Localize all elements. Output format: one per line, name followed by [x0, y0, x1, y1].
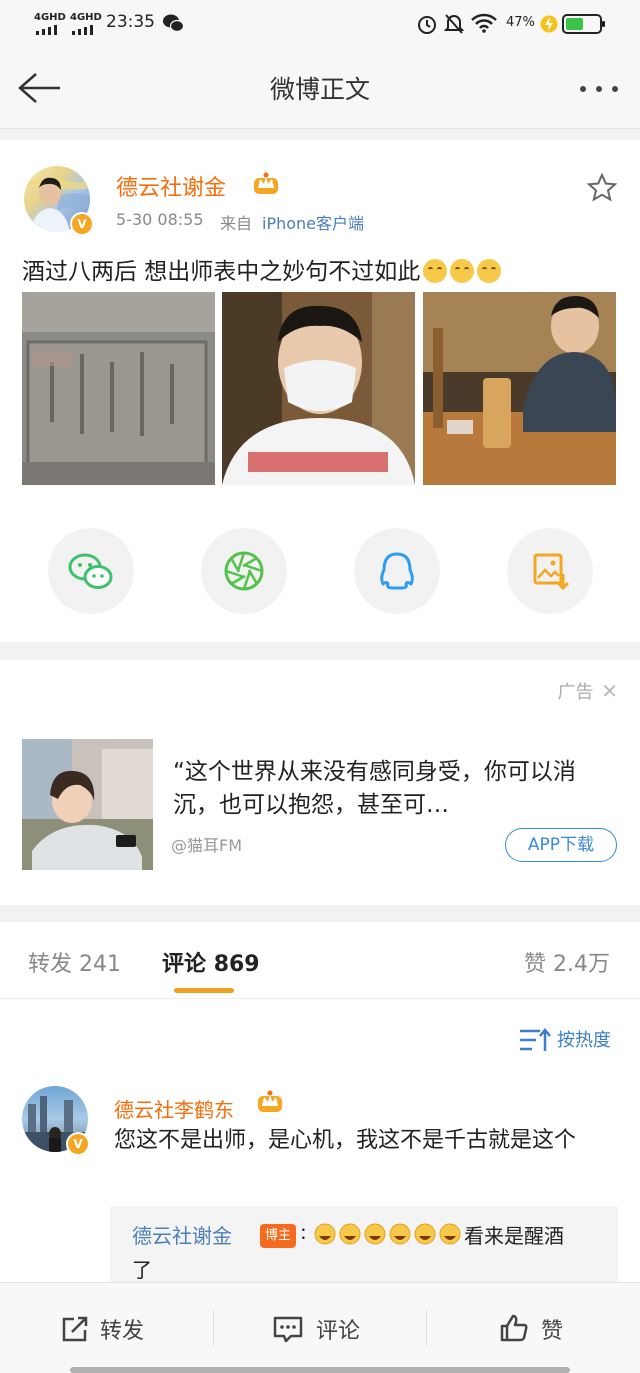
smile-emoji-icon: [450, 259, 475, 283]
post-timestamp: 5-30 08:55: [116, 210, 204, 229]
signal-icon-2: [72, 25, 98, 35]
reply-colon: :: [300, 1220, 307, 1244]
ad-text[interactable]: “这个世界从来没有感同身受，你可以消沉，也可以抱怨，甚至可…: [173, 756, 613, 822]
author-badge: 博主: [260, 1224, 297, 1248]
qq-icon: [380, 552, 414, 590]
tab-likes-count: 2.4万: [553, 952, 611, 977]
reply-text-continued: 了: [132, 1258, 152, 1282]
app-download-button[interactable]: APP下载: [505, 828, 617, 862]
close-icon[interactable]: ✕: [601, 679, 618, 703]
more-options-button[interactable]: [578, 84, 624, 94]
author-name[interactable]: 德云社谢金: [116, 170, 226, 202]
share-qq-button[interactable]: [354, 528, 440, 614]
reply-emojis: [314, 1222, 464, 1246]
wifi-icon: [470, 12, 498, 34]
reply-text: 看来是醒酒: [464, 1224, 564, 1248]
post-image-2[interactable]: [222, 292, 415, 485]
tab-reposts-label: 转发: [28, 952, 73, 977]
alarm-icon: [416, 13, 438, 35]
home-indicator: [70, 1367, 570, 1373]
ad-label-text: 广告: [557, 682, 594, 703]
thumbs-up-icon: [500, 1314, 528, 1342]
network-indicator-1: 4GHD: [34, 12, 66, 23]
like-label: 赞: [541, 1319, 564, 1344]
verified-badge-icon: V: [66, 1132, 90, 1156]
more-dots-icon: [580, 86, 618, 92]
signal-icon-1: [36, 25, 62, 35]
ad-image[interactable]: [22, 739, 153, 870]
tab-likes[interactable]: 赞 2.4万: [524, 946, 610, 978]
post-card: V 德云社谢金 5-30 08:55 来自 iPhone客户端 酒过八两后 想出…: [0, 140, 640, 642]
status-bar: 4GHD 4GHD 23:35 47%: [0, 0, 640, 48]
wechat-icon: [68, 553, 113, 589]
sort-icon: [520, 1028, 551, 1051]
reply-box[interactable]: 德云社谢金 博主 : 看来是醒酒 了: [110, 1206, 618, 1282]
mute-icon: [444, 13, 464, 35]
tab-comments-label: 评论: [162, 952, 207, 977]
post-image-1[interactable]: [22, 292, 215, 485]
comment-text: 您这不是出师，是心机，我这不是千古就是这个: [114, 1128, 577, 1153]
bottom-action-bar: 转发 评论 赞: [0, 1282, 640, 1373]
post-text: 酒过八两后 想出师表中之妙句不过如此: [22, 252, 502, 286]
post-image-3[interactable]: [423, 292, 616, 485]
sort-button[interactable]: [518, 1026, 552, 1054]
page-title: 微博正文: [269, 75, 370, 104]
comment-label: 评论: [316, 1319, 361, 1344]
repost-label: 转发: [100, 1319, 145, 1344]
verified-badge-icon: V: [70, 212, 94, 236]
tab-likes-label: 赞: [524, 952, 547, 977]
star-icon: [586, 172, 618, 202]
clock: 23:35: [106, 12, 155, 32]
tab-comments[interactable]: 评论 869: [162, 946, 260, 978]
reply-author[interactable]: 德云社谢金: [132, 1220, 232, 1249]
divider: [0, 998, 640, 999]
active-tab-indicator: [174, 988, 234, 993]
like-button[interactable]: 赞: [427, 1283, 640, 1373]
save-image-icon: [533, 553, 570, 591]
battery-icon: [562, 13, 606, 35]
share-wechat-button[interactable]: [48, 528, 134, 614]
save-image-button[interactable]: [507, 528, 593, 614]
network-indicator-2: 4GHD: [70, 12, 102, 23]
nav-bar: 微博正文: [0, 48, 640, 129]
vip-crown-icon: [252, 170, 280, 196]
tab-reposts-count: 241: [79, 952, 122, 977]
ad-card[interactable]: 广告 ✕ “这个世界从来没有感同身受，你可以消沉，也可以抱怨，甚至可… @猫耳F…: [0, 660, 640, 905]
commenter-name[interactable]: 德云社李鹤东: [114, 1094, 234, 1123]
share-moments-button[interactable]: [201, 528, 287, 614]
repost-icon: [62, 1316, 88, 1342]
comment-button[interactable]: 评论: [214, 1283, 427, 1373]
post-text-content: 酒过八两后 想出师表中之妙句不过如此: [22, 259, 421, 285]
tab-comments-count: 869: [213, 952, 260, 977]
laugh-emoji-icon: [314, 1223, 461, 1245]
post-source-prefix: 来自: [220, 214, 253, 233]
battery-percent: 47%: [506, 15, 535, 30]
moments-icon: [224, 551, 264, 591]
vip-crown-icon: [256, 1088, 284, 1114]
post-source-link[interactable]: iPhone客户端: [262, 210, 364, 234]
smile-emoji-icon: [423, 259, 448, 283]
smile-emoji-icon: [477, 259, 502, 283]
comment-icon: [273, 1316, 303, 1343]
sort-label[interactable]: 按热度: [557, 1026, 611, 1052]
ad-source: @猫耳FM: [171, 836, 243, 855]
tab-reposts[interactable]: 转发 241: [28, 946, 121, 978]
wechat-notification-icon: [162, 13, 184, 33]
favorite-button[interactable]: [586, 172, 618, 204]
ad-label[interactable]: 广告 ✕: [558, 678, 619, 704]
comments-section: 转发 241 评论 869 赞 2.4万 按热度 V 德云社李鹤东 您这不是出师…: [0, 922, 640, 1282]
repost-button[interactable]: 转发: [0, 1283, 213, 1373]
charging-icon: [540, 14, 558, 34]
